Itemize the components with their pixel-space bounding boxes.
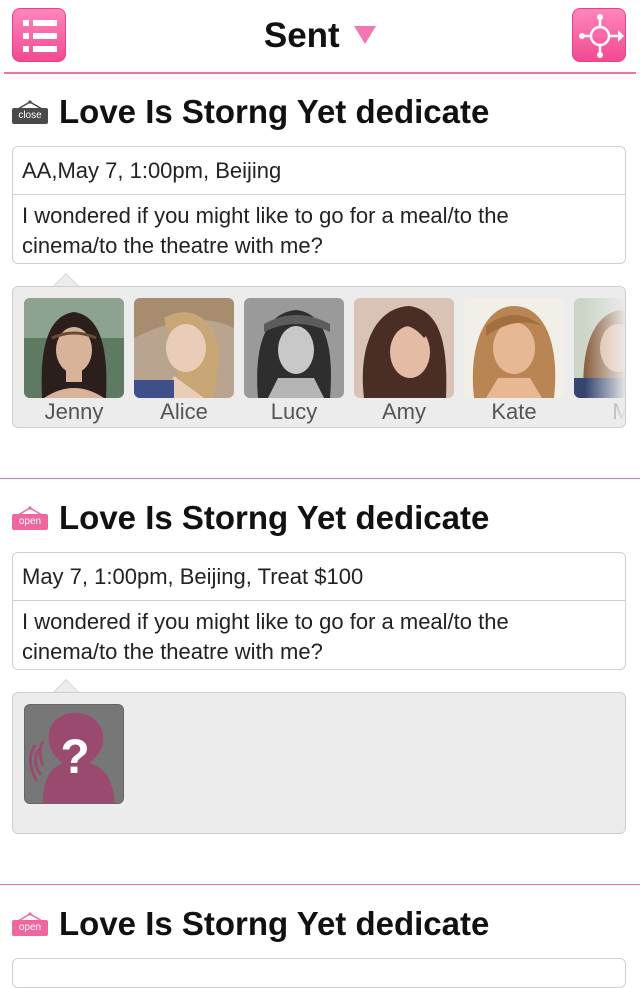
tray-pointer [53,679,79,692]
dropdown-triangle-icon [354,26,377,44]
invitation-message: I wondered if you might like to go for a… [22,203,509,258]
details-box: May 7, 1:00pm, Beijing, Treat $100 I won… [12,552,626,670]
recipient-photo [134,298,234,398]
card-header: close Love Is Storng Yet dedicate [12,92,612,132]
event-details: May 7, 1:00pm, Beijing, Treat $100 [13,553,625,601]
recipient-photo [24,298,124,398]
tray-pointer [53,273,79,286]
sent-card[interactable]: open Love Is Storng Yet dedicate [0,904,640,988]
details-box: AA,May 7, 1:00pm, Beijing I wondered if … [12,146,626,264]
recipient-name: Alice [160,399,208,424]
recipient-item[interactable]: Kate [464,298,564,424]
recipient-photo [464,298,564,398]
recipient-item[interactable]: Lucy [244,298,344,424]
invitation-message: I wondered if you might like to go for a… [22,609,509,664]
card-title: Love Is Storng Yet dedicate [59,499,490,536]
title-dropdown[interactable]: Sent [0,16,640,56]
recipient-tray[interactable]: ? [12,692,626,834]
sent-card[interactable]: close Love Is Storng Yet dedicate AA,May… [0,92,640,442]
recipient-item[interactable]: Alice [134,298,234,424]
page-title: Sent [263,16,340,55]
unknown-person-icon[interactable]: ? [24,704,124,804]
recipient-name: Amy [382,399,426,424]
recipient-photo [354,298,454,398]
recipient-photo [244,298,344,398]
recipient-item[interactable]: Jenny [24,298,124,424]
close-status-tag: close [12,100,48,124]
recipient-name: Jenny [44,399,104,424]
recipient-name: Kate [491,399,537,424]
network-share-icon [579,14,624,58]
recipient-tray[interactable]: Jenny Alice Lucy Amy Kate [12,286,626,428]
header-divider [4,72,636,74]
share-button[interactable] [572,8,626,62]
recipient-item[interactable]: Amy [354,298,454,424]
scroll-fade [585,287,625,427]
svg-text:?: ? [60,731,89,784]
card-divider [0,478,640,479]
details-box [12,958,626,988]
event-details: AA,May 7, 1:00pm, Beijing [13,147,625,195]
card-header: open Love Is Storng Yet dedicate [12,498,612,538]
recipient-name: Lucy [270,399,318,424]
top-bar: Sent [0,0,640,72]
sent-card[interactable]: open Love Is Storng Yet dedicate May 7, … [0,498,640,848]
card-title: Love Is Storng Yet dedicate [59,905,490,942]
card-title: Love Is Storng Yet dedicate [59,93,490,130]
card-divider [0,884,640,885]
open-status-tag: open [12,912,48,936]
open-status-tag: open [12,506,48,530]
card-header: open Love Is Storng Yet dedicate [12,904,612,944]
